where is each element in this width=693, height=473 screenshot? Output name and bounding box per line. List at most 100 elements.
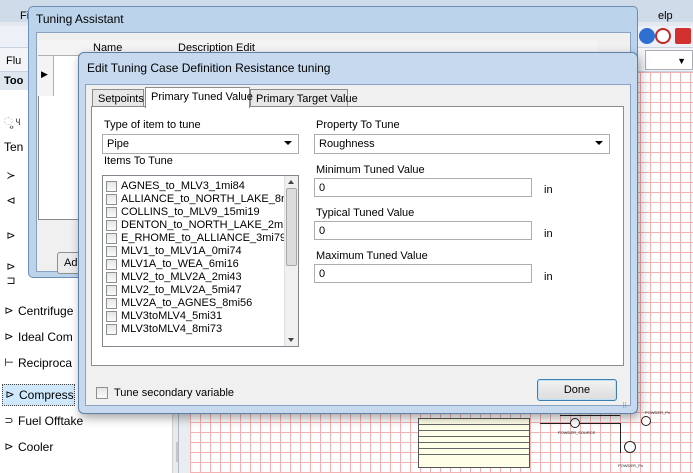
property-select[interactable]: Roughness [314,134,610,154]
tab-primary-target-value[interactable]: Primary Target Value [250,89,358,107]
list-item[interactable]: DENTON_to_NORTH_LAKE_2mi32 [106,219,298,231]
node-label: POWDER_Pn [645,410,671,415]
list-item-label: DENTON_to_NORTH_LAKE_2mi32 [121,219,298,231]
property-to-tune-label: Property To Tune [316,119,400,131]
toolbox-item-ideal-compressor[interactable]: ⊳ Ideal Com [2,326,73,348]
item-checkbox[interactable] [106,284,117,296]
list-item[interactable]: AGNES_to_MLV3_1mi84 [106,180,245,192]
toolbox-item[interactable]: ≻ [4,165,20,187]
flow-combo-label: Flu [6,55,22,67]
list-item[interactable]: MLV1_to_MLV1A_0mi74 [106,245,242,257]
list-item[interactable]: MLV2_to_MLV2A_5mi47 [106,284,242,296]
node-icon: ⊳ [6,229,16,242]
toolbox-item[interactable]: ⊐ [4,270,20,292]
item-checkbox[interactable] [106,193,117,205]
help-icon[interactable] [639,28,655,44]
done-button[interactable]: Done [537,379,617,401]
node-icon[interactable] [641,416,651,426]
type-of-item-label: Type of item to tune [104,119,201,131]
tuning-assistant-title: Tuning Assistant [36,12,124,26]
item-checkbox[interactable] [106,323,117,335]
node-label: POWDER_SOURCE [558,430,596,435]
scroll-down-icon[interactable] [288,338,294,342]
toolbox-item-fuel-offtake[interactable]: ⊃ Fuel Offtake [2,410,83,432]
toolbox-item[interactable]: ⊳ [4,225,20,247]
tune-secondary-variable-label: Tune secondary variable [114,387,235,399]
toolbox-item-label: Centrifuge [18,304,74,318]
list-item[interactable]: MLV2A_to_AGNES_8mi56 [106,297,252,309]
diagram-pipe [560,415,620,416]
chevron-down-icon [284,141,292,145]
toolbox-item-cooler[interactable]: ⊳ Cooler [2,436,53,458]
tune-secondary-variable-checkbox[interactable] [96,387,108,399]
toolbox-item-centrifugal[interactable]: ⊳ Centrifuge [2,300,73,322]
list-item-label: ALLIANCE_to_NORTH_LAKE_8mi9 [121,193,299,205]
scrollbar-thumb[interactable] [286,188,297,266]
source-node-icon[interactable] [570,418,580,428]
list-item-label: AGNES_to_MLV3_1mi84 [121,180,245,192]
list-item-label: MLV1_to_MLV1A_0mi74 [121,245,242,257]
scroll-up-icon[interactable] [288,180,294,184]
reciprocating-compressor-icon: ⊢ [4,356,14,369]
toolbox-item-compressor[interactable]: ⊳ Compress [2,384,75,406]
items-to-tune-label: Items To Tune [104,155,173,167]
cooler-icon: ⊳ [4,440,14,453]
typical-tuned-value-input[interactable]: 0 [314,221,532,240]
dialog-title: Edit Tuning Case Definition Resistance t… [87,61,331,75]
tab-setpoints[interactable]: Setpoints [92,89,144,107]
item-checkbox[interactable] [106,180,117,192]
toolbox-item-label: Cooler [18,440,54,454]
list-item-label: MLV1A_to_WEA_6mi16 [121,258,239,270]
list-item-label: MLV2A_to_AGNES_8mi56 [121,297,253,309]
list-item[interactable]: MLV3toMLV4_5mi31 [106,310,222,322]
stop-icon[interactable] [675,28,691,44]
item-checkbox[interactable] [106,245,117,257]
toolbox-fragment: Ten [4,140,24,154]
list-item-label: MLV3toMLV4_5mi31 [121,310,223,322]
maximum-tuned-value-input[interactable]: 0 [314,264,532,283]
item-checkbox[interactable] [106,232,117,244]
item-checkbox[interactable] [106,258,117,270]
list-item[interactable]: MLV3toMLV4_8mi73 [106,323,222,335]
tab-primary-tuned-value[interactable]: Primary Tuned Value [145,87,253,108]
compressor-icon: ⊳ [5,388,15,401]
toolbox-item-label: Reciproca [18,356,73,370]
view-selector[interactable]: ▼ [645,50,693,70]
node-icon[interactable] [624,441,636,453]
item-checkbox[interactable] [106,310,117,322]
row-selector[interactable]: ▶ [38,56,54,96]
data-table-widget[interactable] [418,418,530,468]
clock-icon[interactable] [655,28,671,44]
node-label: POWDER_Pn [618,463,644,468]
item-type-select[interactable]: Pipe [102,134,299,154]
list-item-label: COLLINS_to_MLV9_15mi19 [121,206,260,218]
list-item[interactable]: MLV2_to_MLV2A_2mi43 [106,271,242,283]
menu-help[interactable]: elp [658,10,673,22]
chevron-down-icon [595,141,603,145]
unit-label: in [544,184,553,196]
list-item[interactable]: ALLIANCE_to_NORTH_LAKE_8mi9 [106,193,299,205]
maximum-tuned-value-label: Maximum Tuned Value [316,250,428,262]
list-item[interactable]: COLLINS_to_MLV9_15mi19 [106,206,260,218]
minimum-tuned-value-input[interactable]: 0 [314,178,532,197]
list-item[interactable]: E_RHOME_to_ALLIANCE_3mi79 [106,232,286,244]
toolbox-item-label: Fuel Offtake [18,414,84,428]
toolbox-item-label: Ideal Com [18,330,73,344]
unit-label: in [544,271,553,283]
diagram-pipe [540,423,620,424]
item-checkbox[interactable] [106,271,117,283]
centrifugal-compressor-icon: ⊳ [4,304,14,317]
items-to-tune-list[interactable]: AGNES_to_MLV3_1mi84 ALLIANCE_to_NORTH_LA… [102,175,299,347]
chevron-down-icon: ▼ [677,56,686,66]
item-checkbox[interactable] [106,206,117,218]
resize-grip-icon[interactable]: ⠿ [622,402,627,410]
minimum-tuned-value-label: Minimum Tuned Value [316,164,425,176]
typical-tuned-value-label: Typical Tuned Value [316,207,415,219]
item-checkbox[interactable] [106,297,117,309]
pipe-icon: ⊐ [6,274,16,287]
toolbox-item-reciprocating[interactable]: ⊢ Reciproca [2,352,72,374]
item-checkbox[interactable] [106,219,117,231]
list-item[interactable]: MLV1A_to_WEA_6mi16 [106,258,239,270]
toolbox-item[interactable]: ⊲ [4,190,20,212]
items-list-scrollbar[interactable] [284,176,298,346]
